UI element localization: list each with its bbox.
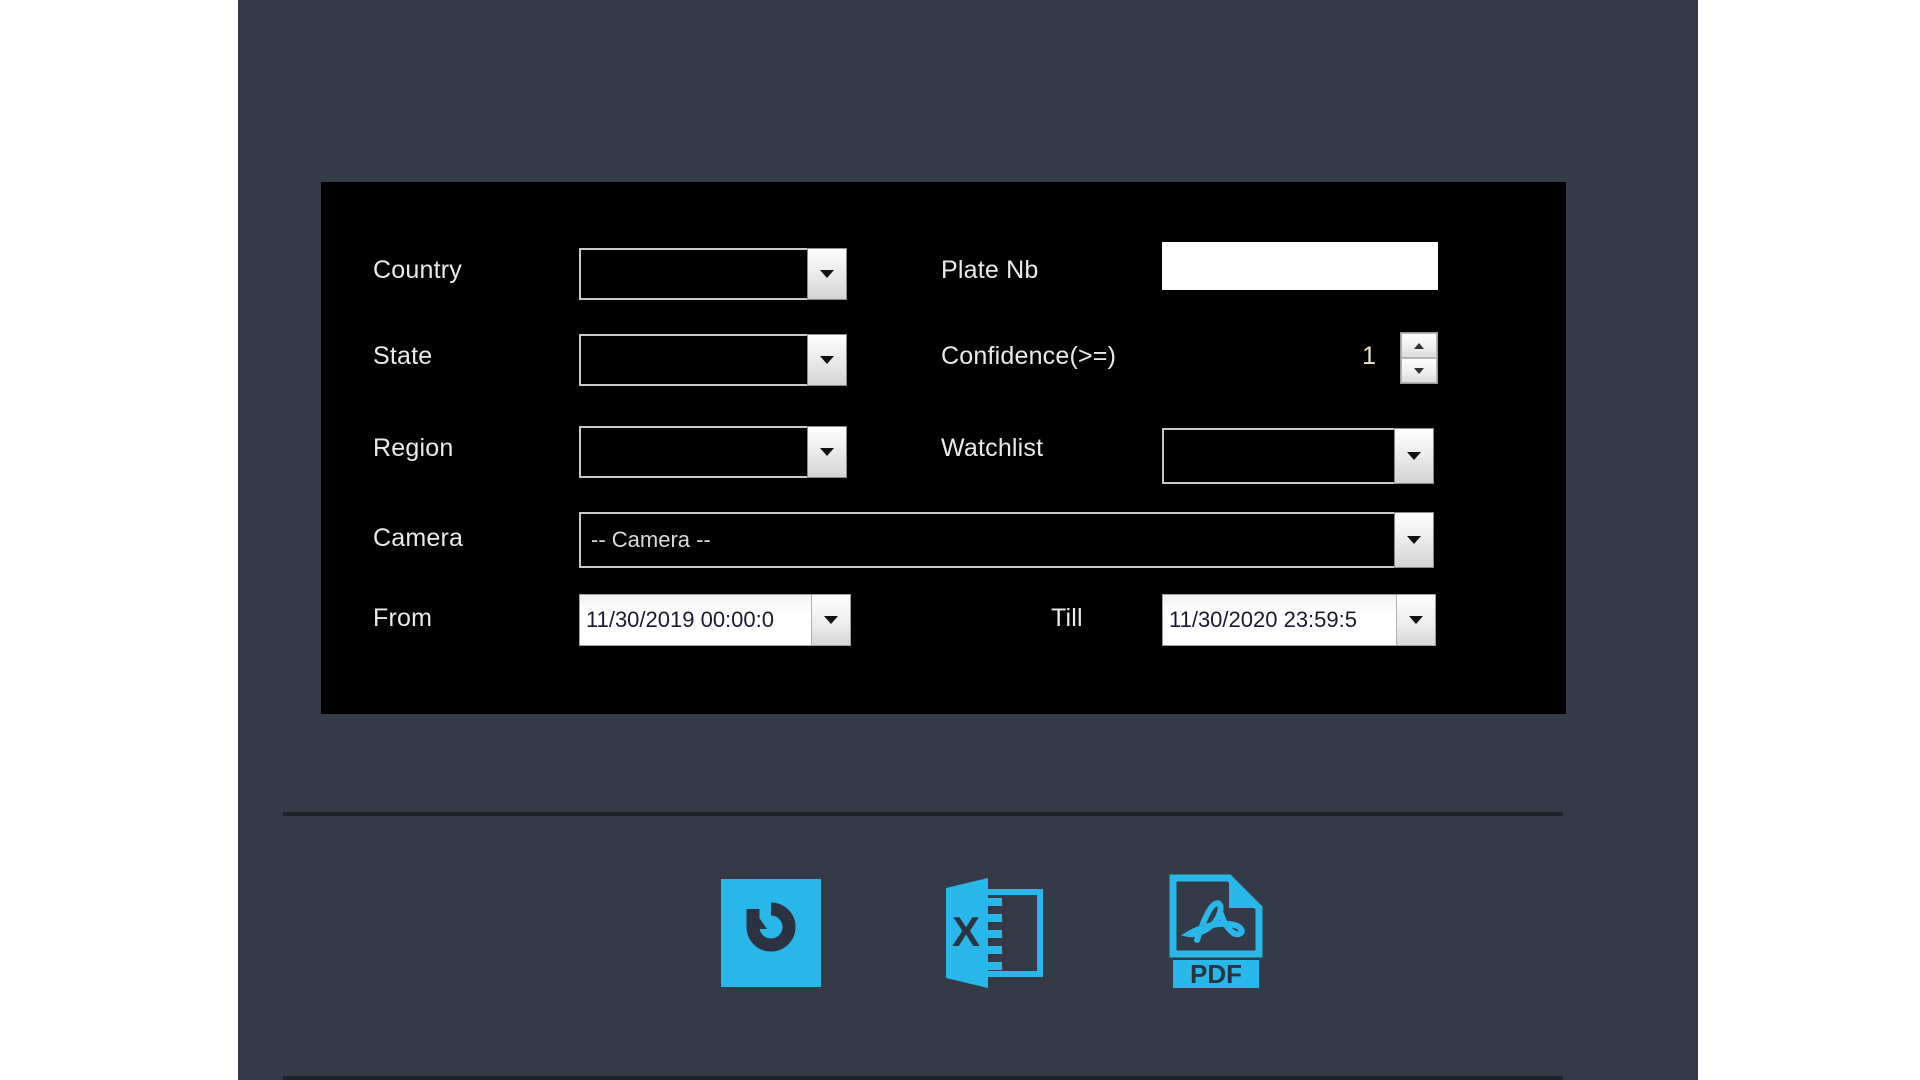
from-datetime-arrow[interactable] [811,595,850,645]
excel-icon: X [946,878,1043,988]
camera-dropdown-arrow[interactable] [1394,512,1434,568]
country-dropdown-value [579,248,807,300]
till-label: Till [1051,604,1083,632]
confidence-decrement-button[interactable] [1401,358,1437,383]
state-dropdown[interactable] [579,334,847,386]
filter-row-region: Region Watchlist [321,412,1566,504]
filter-row-date-range: From 11/30/2019 00:00:0 Till 11/30/2020 … [321,582,1566,674]
region-dropdown[interactable] [579,426,847,478]
chevron-down-icon [1409,616,1423,624]
country-dropdown-arrow[interactable] [807,248,847,300]
chevron-up-icon [1414,342,1424,349]
region-label: Region [373,434,454,462]
svg-text:PDF: PDF [1190,959,1242,989]
confidence-label: Confidence(>=) [941,342,1117,370]
filter-row-country: Country Plate Nb [321,234,1566,326]
refresh-button[interactable] [715,873,827,993]
plate-nb-label: Plate Nb [941,256,1039,284]
application-panel: Country Plate Nb State Confidence(>=) 1 … [238,0,1698,1080]
camera-dropdown[interactable]: -- Camera -- [579,512,1434,568]
action-toolbar: X PDF [238,858,1698,1008]
divider-above-actions [283,812,1563,816]
from-datetime-picker[interactable]: 11/30/2019 00:00:0 [579,594,851,646]
confidence-stepper-buttons[interactable] [1400,332,1438,384]
filter-row-state: State Confidence(>=) 1 [321,320,1566,412]
region-dropdown-value [579,426,807,478]
divider-below-actions [283,1076,1563,1080]
chevron-down-icon [820,270,834,278]
confidence-value: 1 [1362,342,1376,370]
svg-text:X: X [952,908,980,955]
plate-nb-input[interactable] [1162,242,1438,290]
from-label: From [373,604,433,632]
region-dropdown-arrow[interactable] [807,426,847,478]
chevron-down-icon [1407,452,1421,460]
refresh-icon [721,879,821,987]
filter-row-camera: Camera -- Camera -- [321,502,1566,594]
confidence-stepper[interactable]: 1 [1162,330,1438,386]
screen-root: Country Plate Nb State Confidence(>=) 1 … [0,0,1920,1080]
confidence-increment-button[interactable] [1401,333,1437,358]
till-datetime-value: 11/30/2020 23:59:5 [1163,595,1396,645]
search-filter-panel: Country Plate Nb State Confidence(>=) 1 … [321,182,1566,714]
chevron-down-icon [1407,536,1421,544]
export-excel-button[interactable]: X [939,873,1051,993]
pdf-icon: PDF [1169,874,1263,989]
camera-label: Camera [373,524,464,552]
watchlist-dropdown-value [1162,428,1394,484]
chevron-down-icon [824,616,838,624]
state-dropdown-arrow[interactable] [807,334,847,386]
country-label: Country [373,256,462,284]
watchlist-dropdown[interactable] [1162,428,1434,484]
watchlist-dropdown-arrow[interactable] [1394,428,1434,484]
chevron-down-icon [820,356,834,364]
camera-dropdown-value: -- Camera -- [579,512,1394,568]
from-datetime-value: 11/30/2019 00:00:0 [580,595,811,645]
chevron-down-icon [820,448,834,456]
state-dropdown-value [579,334,807,386]
till-datetime-arrow[interactable] [1396,595,1435,645]
country-dropdown[interactable] [579,248,847,300]
watchlist-label: Watchlist [941,434,1044,462]
till-datetime-picker[interactable]: 11/30/2020 23:59:5 [1162,594,1436,646]
state-label: State [373,342,433,370]
chevron-down-icon [1414,367,1424,374]
export-pdf-button[interactable]: PDF [1163,873,1275,993]
